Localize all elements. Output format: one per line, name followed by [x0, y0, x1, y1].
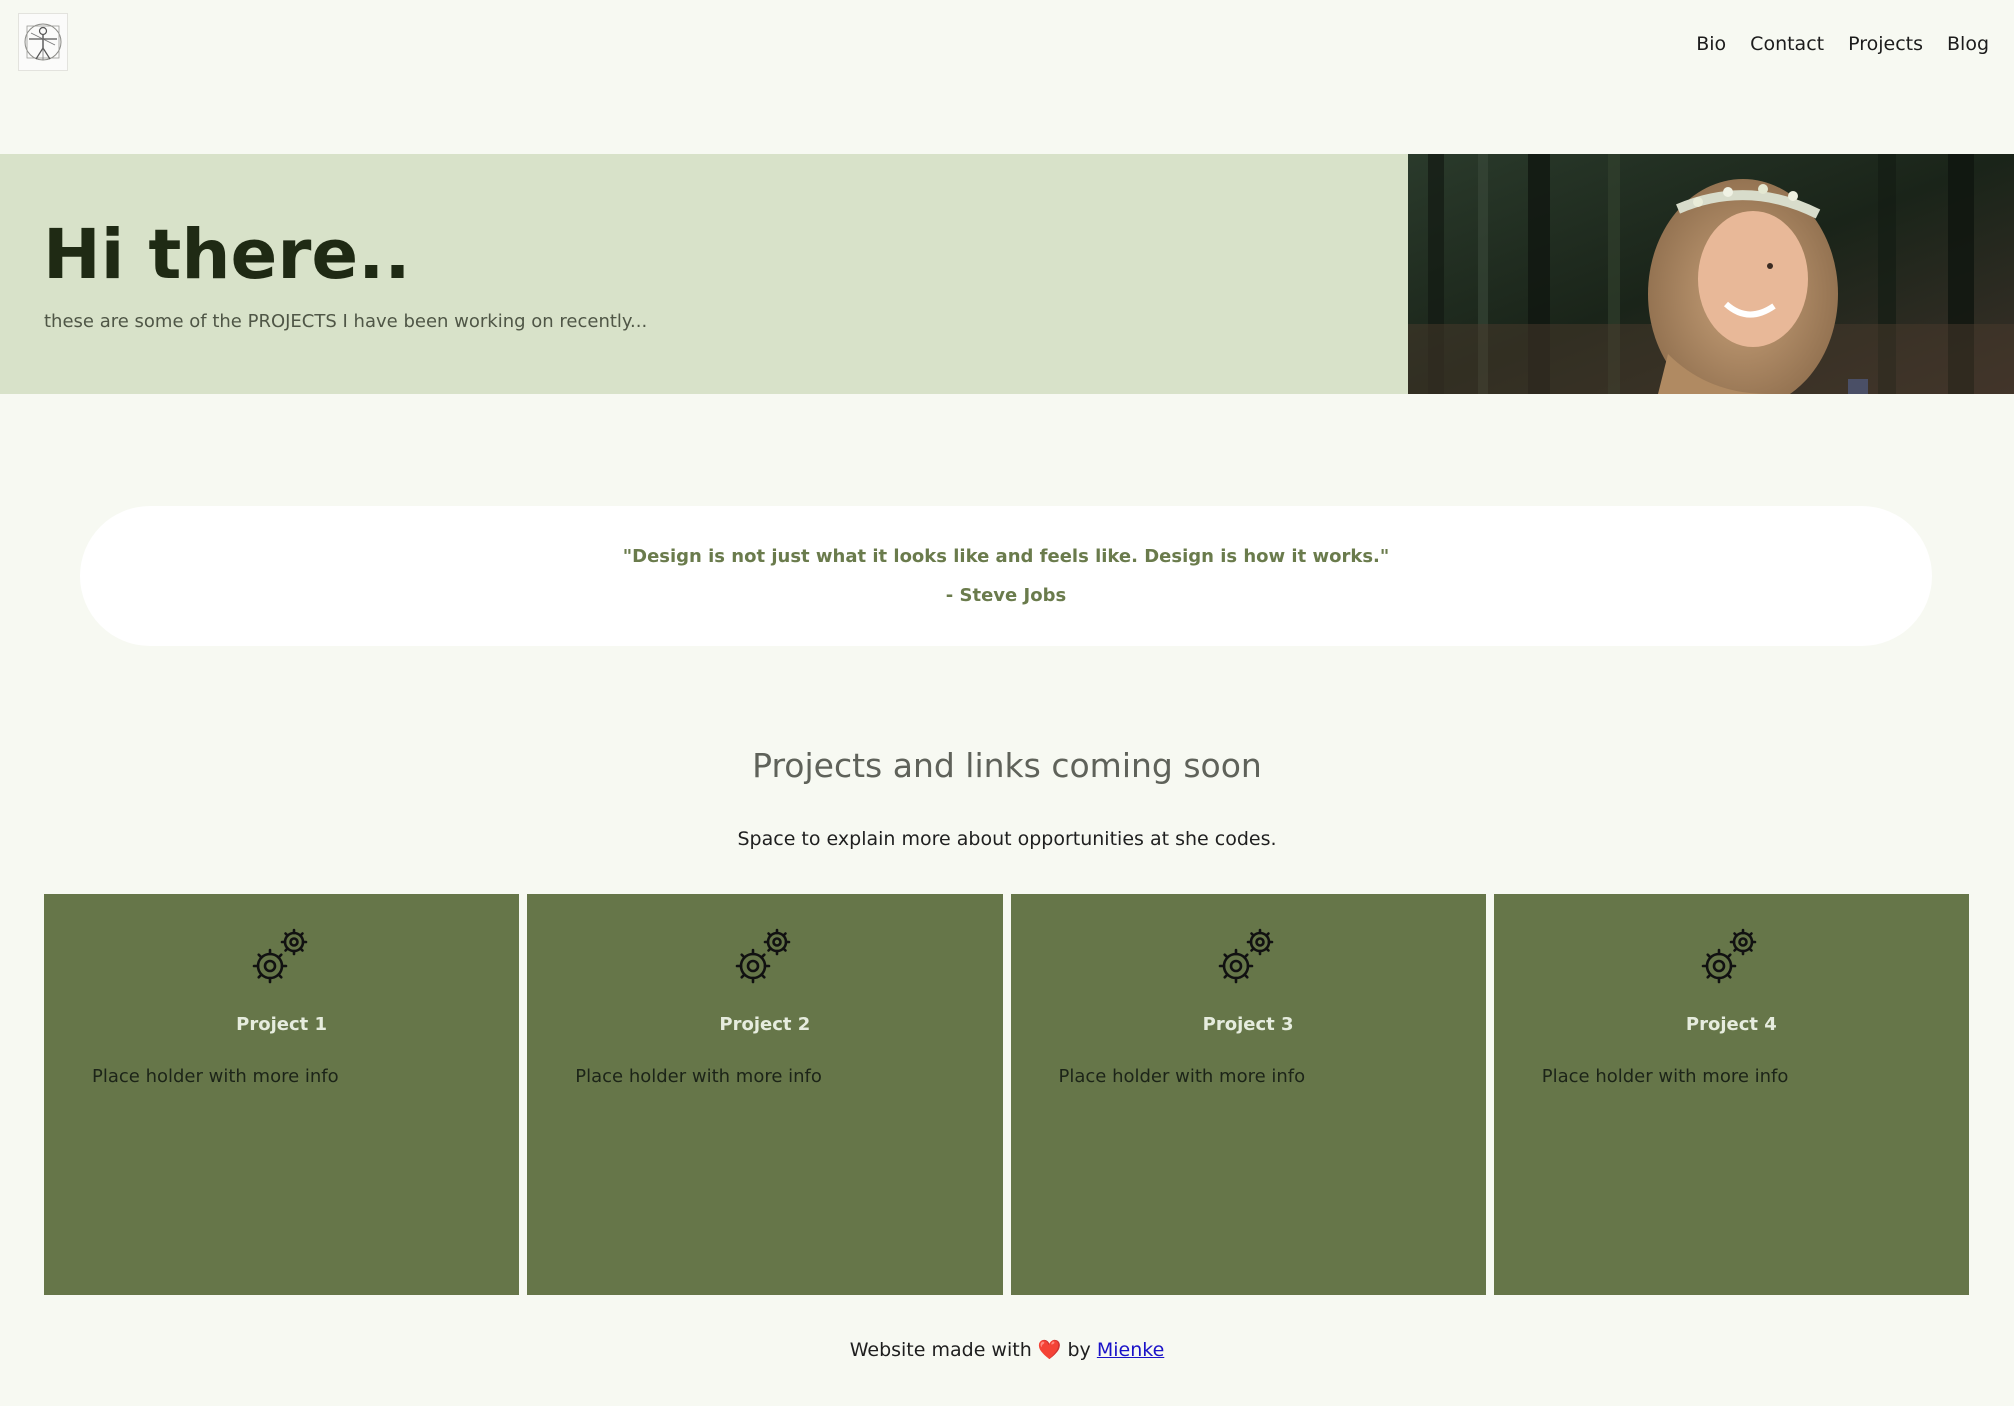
project-title: Project 1 — [236, 1014, 328, 1035]
project-card-3[interactable]: Project 3 Place holder with more info — [1010, 894, 1486, 1295]
author-link[interactable]: Mienke — [1097, 1339, 1164, 1361]
project-text: Place holder with more info — [575, 1066, 822, 1087]
project-title: Project 4 — [1685, 1014, 1777, 1035]
hero-title: Hi there.. — [43, 215, 411, 295]
quote-card: "Design is not just what it looks like a… — [80, 506, 1932, 646]
project-card-1[interactable]: Project 1 Place holder with more info — [44, 894, 520, 1295]
nav-projects[interactable]: Projects — [1848, 30, 1923, 58]
projects-section-title: Projects and links coming soon — [752, 746, 1262, 785]
nav-bio[interactable]: Bio — [1696, 30, 1726, 58]
gears-icon — [1702, 928, 1757, 984]
nav-contact[interactable]: Contact — [1750, 30, 1824, 58]
hero-subtitle: these are some of the PROJECTS I have be… — [44, 311, 648, 332]
gears-icon — [252, 928, 307, 984]
projects-section-subtitle: Space to explain more about opportunitie… — [737, 828, 1277, 850]
project-text: Place holder with more info — [1058, 1066, 1306, 1087]
quote-author: - Steve Jobs — [945, 585, 1067, 606]
gears-icon — [735, 928, 791, 984]
main-nav: Bio Contact Projects Blog — [1696, 30, 1989, 58]
profile-photo — [1408, 154, 2014, 394]
project-cards: Project 1 Place holder with more info Pr… — [44, 894, 1969, 1295]
nav-blog[interactable]: Blog — [1947, 30, 1989, 58]
hero-section: Hi there.. these are some of the PROJECT… — [0, 154, 2014, 394]
site-footer: Website made with ❤️ by Mienke — [0, 1338, 2014, 1361]
footer-prefix: Website made with — [849, 1339, 1032, 1361]
project-title: Project 2 — [719, 1014, 811, 1035]
footer-by: by — [1067, 1339, 1091, 1361]
site-header: Bio Contact Projects Blog — [0, 0, 2014, 90]
project-text: Place holder with more info — [1541, 1066, 1789, 1087]
vitruvian-man-logo-icon[interactable] — [18, 13, 68, 71]
hero-text-panel: Hi there.. these are some of the PROJECT… — [0, 154, 1408, 394]
gears-icon — [1218, 928, 1274, 984]
project-card-4[interactable]: Project 4 Place holder with more info — [1493, 894, 1969, 1295]
project-text: Place holder with more info — [92, 1066, 339, 1087]
project-title: Project 3 — [1202, 1014, 1294, 1035]
project-card-2[interactable]: Project 2 Place holder with more info — [527, 894, 1003, 1295]
heart-icon: ❤️ — [1037, 1339, 1062, 1361]
quote-text: "Design is not just what it looks like a… — [622, 546, 1390, 567]
